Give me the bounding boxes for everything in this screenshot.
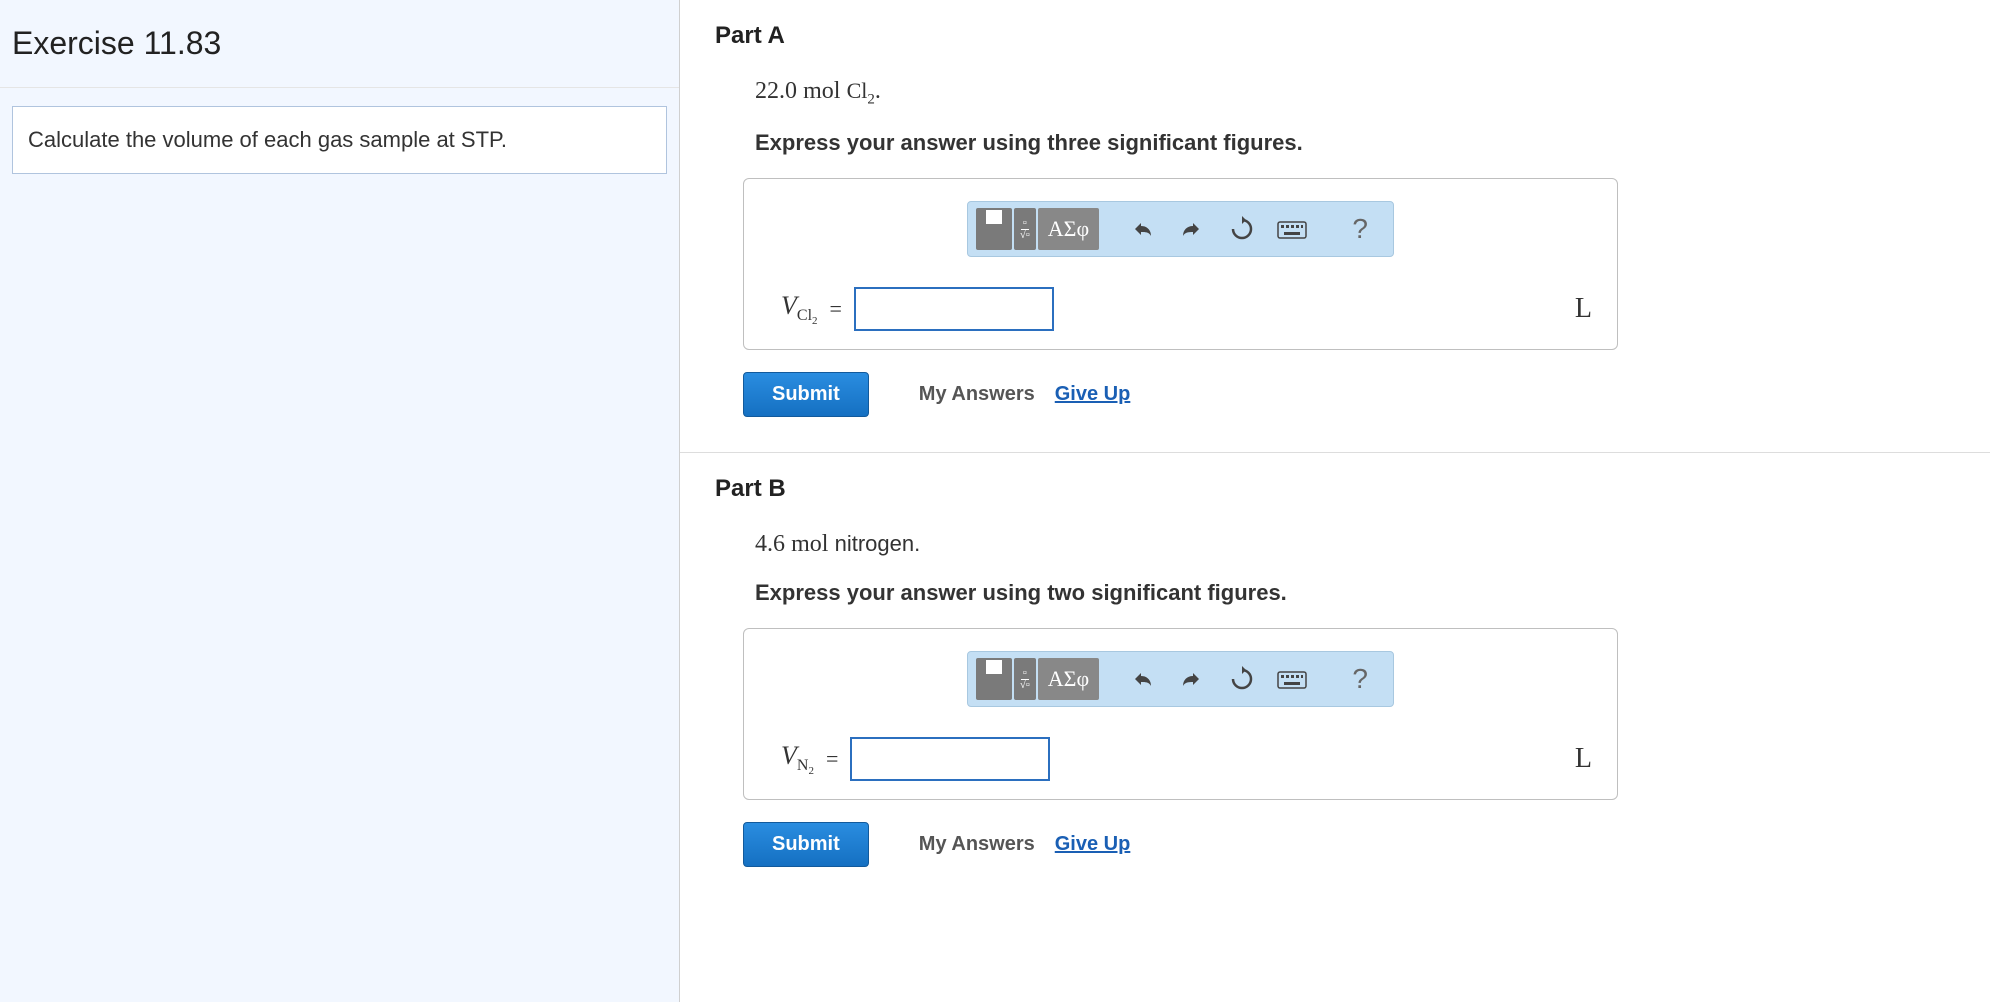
part-a-mol-unit: mol: [803, 78, 840, 104]
part-a-input-row: VCl2 = L: [769, 287, 1592, 331]
rectangle-icon[interactable]: [976, 208, 1012, 250]
greek-symbols-button[interactable]: ΑΣφ: [1038, 658, 1099, 700]
part-a-unit: L: [1575, 293, 1592, 325]
part-b-input-row: VN2 = L: [769, 737, 1592, 781]
part-b-instruction: Express your answer using two significan…: [755, 580, 1990, 606]
part-b-unit: L: [1575, 743, 1592, 775]
keyboard-icon[interactable]: [1267, 658, 1317, 700]
part-b-answer-input[interactable]: [850, 737, 1050, 781]
app-container: Exercise 11.83 Calculate the volume of e…: [0, 0, 1990, 1002]
radical-fraction-icon[interactable]: ▫ √▫: [1014, 208, 1036, 250]
part-b-answer-box: ▫ √▫ ΑΣφ: [743, 628, 1618, 800]
part-b-section: Part B 4.6 mol nitrogen. Express your an…: [715, 453, 1990, 867]
part-b-title: Part B: [715, 475, 1990, 503]
help-icon[interactable]: ?: [1335, 208, 1385, 250]
part-b-links: My Answers Give Up: [919, 833, 1131, 856]
rectangle-icon[interactable]: [976, 658, 1012, 700]
part-b-prompt: 4.6 mol nitrogen.: [755, 531, 1990, 558]
part-a-amount: 22.0: [755, 78, 797, 104]
greek-symbols-button[interactable]: ΑΣφ: [1038, 208, 1099, 250]
keyboard-icon[interactable]: [1267, 208, 1317, 250]
part-b-species: nitrogen.: [835, 531, 921, 556]
part-b-button-row: Submit My Answers Give Up: [743, 822, 1990, 867]
right-panel: Part A 22.0 mol Cl2. Express your answer…: [680, 0, 1990, 1002]
equation-toolbar: ▫ √▫ ΑΣφ: [967, 651, 1394, 707]
part-a-prompt: 22.0 mol Cl2.: [755, 78, 1990, 108]
reset-icon[interactable]: [1217, 658, 1267, 700]
part-a-give-up-link[interactable]: Give Up: [1055, 383, 1131, 406]
part-b-my-answers-link[interactable]: My Answers: [919, 833, 1035, 856]
part-a-links: My Answers Give Up: [919, 383, 1131, 406]
part-b-content: 4.6 mol nitrogen. Express your answer us…: [715, 531, 1990, 867]
part-b-variable-label: VN2: [781, 741, 814, 777]
part-a-my-answers-link[interactable]: My Answers: [919, 383, 1035, 406]
part-b-submit-button[interactable]: Submit: [743, 822, 869, 867]
undo-icon[interactable]: [1117, 208, 1167, 250]
part-a-answer-input[interactable]: [854, 287, 1054, 331]
redo-icon[interactable]: [1167, 208, 1217, 250]
undo-icon[interactable]: [1117, 658, 1167, 700]
equals-sign: =: [826, 746, 838, 772]
equation-toolbar: ▫ √▫ ΑΣφ: [967, 201, 1394, 257]
left-panel: Exercise 11.83 Calculate the volume of e…: [0, 0, 680, 1002]
radical-fraction-icon[interactable]: ▫ √▫: [1014, 658, 1036, 700]
part-a-button-row: Submit My Answers Give Up: [743, 372, 1990, 417]
part-a-section: Part A 22.0 mol Cl2. Express your answer…: [715, 0, 1990, 453]
part-a-content: 22.0 mol Cl2. Express your answer using …: [715, 78, 1990, 417]
part-b-mol-unit: mol: [791, 531, 828, 557]
equals-sign: =: [830, 296, 842, 322]
reset-icon[interactable]: [1217, 208, 1267, 250]
exercise-title: Exercise 11.83: [0, 0, 679, 88]
part-b-give-up-link[interactable]: Give Up: [1055, 833, 1131, 856]
part-a-instruction: Express your answer using three signific…: [755, 130, 1990, 156]
part-a-species: Cl2: [847, 78, 875, 103]
help-icon[interactable]: ?: [1335, 658, 1385, 700]
part-b-amount: 4.6: [755, 531, 785, 557]
part-b-toolbar-row: ▫ √▫ ΑΣφ: [769, 651, 1592, 707]
part-a-title: Part A: [715, 22, 1990, 50]
part-a-variable-label: VCl2: [781, 291, 818, 327]
part-a-submit-button[interactable]: Submit: [743, 372, 869, 417]
problem-statement: Calculate the volume of each gas sample …: [12, 106, 667, 174]
part-a-toolbar-row: ▫ √▫ ΑΣφ: [769, 201, 1592, 257]
redo-icon[interactable]: [1167, 658, 1217, 700]
part-a-answer-box: ▫ √▫ ΑΣφ: [743, 178, 1618, 350]
